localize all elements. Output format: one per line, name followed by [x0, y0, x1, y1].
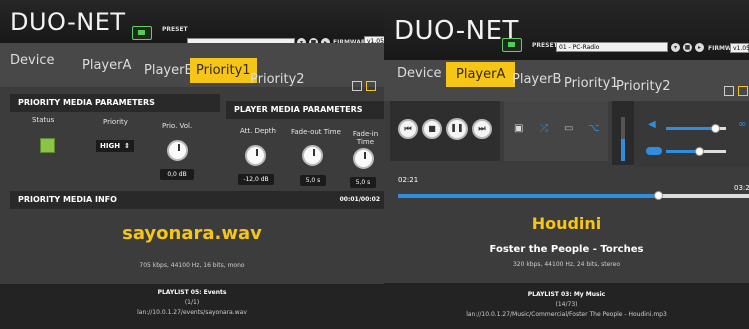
pause-icon[interactable]: ❚❚ [446, 118, 468, 140]
total-time: 03:2 [734, 184, 749, 192]
tab-bar: Device PlayerA PlayerB Priority1 Priorit… [384, 60, 749, 101]
player-params-header: PLAYER MEDIA PARAMETERS [226, 101, 384, 119]
fadeout-label: Fade-out Time [291, 128, 341, 136]
volume-fill [666, 127, 716, 130]
playlist-title: PLAYLIST 05: Events [157, 289, 227, 296]
playlist-path: lan://10.0.1.27/Music/Commercial/Foster … [466, 311, 667, 318]
preset-menu-icon[interactable]: ▸ [695, 43, 704, 52]
priority-value: HIGH [100, 142, 121, 150]
link-icon[interactable]: ∞ [738, 119, 746, 130]
prio-vol-label: Prio. Vol. [162, 122, 193, 130]
preset-label: PRESET [162, 26, 188, 33]
elapsed-time: 02:21 [398, 176, 419, 184]
tab-bar: Device PlayerA PlayerB Priority1 Priorit… [0, 43, 384, 91]
tab-playerb[interactable]: PlayerB [512, 72, 561, 87]
transport-controls: ⏮ ■ ❚❚ ⏭ [390, 101, 500, 161]
previous-icon[interactable]: ⏮ [398, 119, 418, 139]
chevron-down-icon[interactable]: ▾ [671, 43, 680, 52]
tab-priority1[interactable]: Priority1 [564, 76, 619, 91]
playlist-path: lan://10.0.1.27/events/sayonara.wav [137, 309, 247, 316]
progress-handle[interactable] [653, 191, 663, 200]
player-panel: DUO-NET PRESET 01 - PC-Radio ▾ ■ ▸ FIRMW… [384, 0, 749, 329]
repeat-icon[interactable]: ▭ [564, 123, 573, 134]
att-depth-knob[interactable] [245, 145, 266, 166]
tab-device[interactable]: Device [397, 66, 441, 81]
preset-select[interactable]: 01 - PC-Radio [556, 42, 668, 52]
priority-label: Priority [103, 118, 128, 126]
tab-playera[interactable]: PlayerA [82, 58, 131, 73]
progress-track[interactable] [398, 191, 749, 200]
tab-playera[interactable]: PlayerA [446, 62, 516, 87]
logo: DUO-NET [394, 16, 519, 46]
priority-filename: sayonara.wav [122, 223, 262, 244]
info-counter: 00:01/00:02 [339, 196, 380, 203]
priority-info-title: PRIORITY MEDIA INFO [18, 195, 117, 204]
fadein-value: 5,0 s [350, 177, 376, 188]
fadein-knob[interactable] [353, 148, 374, 169]
volume-icon[interactable]: ◀ [648, 119, 656, 130]
playback-options: ▣ ⤮ ▭ ⌥ [504, 101, 608, 161]
tab-priority2[interactable]: Priority2 [616, 79, 671, 94]
tab-priority1[interactable]: Priority1 [190, 58, 257, 83]
priority-select[interactable]: HIGH ⇕ [96, 140, 134, 152]
next-icon[interactable]: ⏭ [472, 119, 492, 139]
tab-priority2[interactable]: Priority2 [250, 72, 305, 87]
track-details: 320 kbps, 44100 Hz, 24 bits, stereo [512, 261, 621, 268]
prio-vol-knob[interactable] [167, 140, 188, 161]
track-artist: Foster the People - Torches [489, 244, 644, 255]
balance-toggle[interactable] [646, 147, 662, 155]
network-icon [132, 26, 152, 40]
playlist-position: (14/73) [555, 301, 578, 308]
level-meter [612, 101, 634, 165]
save-preset-icon[interactable]: ■ [683, 43, 692, 52]
logo: DUO-NET [10, 8, 126, 36]
calendar-icon[interactable] [724, 86, 734, 96]
priority-params-header: PRIORITY MEDIA PARAMETERS [10, 94, 220, 112]
track-title: Houdini [531, 214, 602, 233]
balance-handle[interactable] [695, 147, 704, 156]
playlist-title: PLAYLIST 03: My Music [527, 291, 606, 298]
file-details: 705 kbps, 44100 Hz, 16 bits, mono [139, 262, 245, 269]
chevron-down-icon: ⇕ [124, 142, 130, 150]
priority-info-header: PRIORITY MEDIA INFO 00:01/00:02 [10, 191, 384, 209]
prio-vol-value: 0,0 dB [160, 169, 194, 180]
att-depth-value: -12,0 dB [238, 174, 274, 185]
firmware-value: v1.05r [730, 43, 749, 53]
calendar-icon[interactable] [352, 81, 362, 91]
fadeout-value: 5,0 s [300, 175, 326, 186]
volume-controls: ◀ ∞ [634, 101, 749, 167]
playlist-footer: PLAYLIST 05: Events (1/1) lan://10.0.1.2… [0, 284, 384, 329]
playlist-position: (1/1) [184, 299, 200, 306]
stop-icon[interactable]: ■ [422, 119, 442, 139]
top-bar: DUO-NET PRESET ▾ ■ ▸ FIRMWARE v1.05r [0, 0, 384, 48]
tab-playerb[interactable]: PlayerB [144, 63, 193, 78]
priority-panel: DUO-NET PRESET ▾ ■ ▸ FIRMWARE v1.05r Dev… [0, 0, 384, 329]
tab-device[interactable]: Device [10, 53, 54, 68]
fadeout-knob[interactable] [302, 145, 323, 166]
meter-level [621, 139, 625, 161]
network-icon [502, 38, 522, 52]
fadein-label: Fade-in Time [352, 130, 379, 146]
shuffle-icon[interactable]: ⤮ [540, 123, 548, 134]
crossfade-icon[interactable]: ⌥ [588, 123, 600, 134]
schedule-icon[interactable] [738, 86, 748, 96]
preset-label: PRESET [532, 42, 558, 49]
status-label: Status [32, 116, 55, 124]
att-depth-label: Att. Depth [240, 127, 276, 135]
status-indicator [40, 138, 55, 153]
schedule-icon[interactable] [366, 81, 376, 91]
playlist-footer: PLAYLIST 03: My Music (14/73) lan://10.0… [384, 283, 749, 329]
volume-handle[interactable] [711, 124, 721, 133]
top-bar: DUO-NET PRESET 01 - PC-Radio ▾ ■ ▸ FIRMW… [384, 0, 749, 60]
eject-icon[interactable]: ▣ [514, 123, 523, 134]
progress-fill [398, 194, 658, 198]
